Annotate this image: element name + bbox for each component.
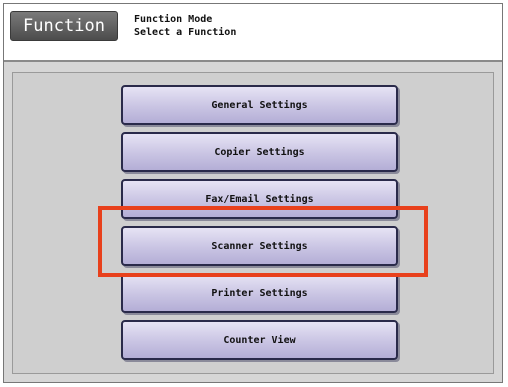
counter-view-button[interactable]: Counter View <box>121 320 398 360</box>
function-tab[interactable]: Function <box>10 11 118 41</box>
header-message: Function Mode Select a Function <box>134 13 236 39</box>
header-mode-text: Function Mode <box>134 14 213 25</box>
header-bar: Function Function Mode Select a Function <box>4 4 502 62</box>
copier-settings-button[interactable]: Copier Settings <box>121 132 398 172</box>
general-settings-button[interactable]: General Settings <box>121 85 398 125</box>
fax-email-settings-button[interactable]: Fax/Email Settings <box>121 179 398 219</box>
scanner-settings-button[interactable]: Scanner Settings <box>121 226 398 266</box>
printer-settings-button[interactable]: Printer Settings <box>121 273 398 313</box>
header-instruction-text: Select a Function <box>134 27 237 38</box>
